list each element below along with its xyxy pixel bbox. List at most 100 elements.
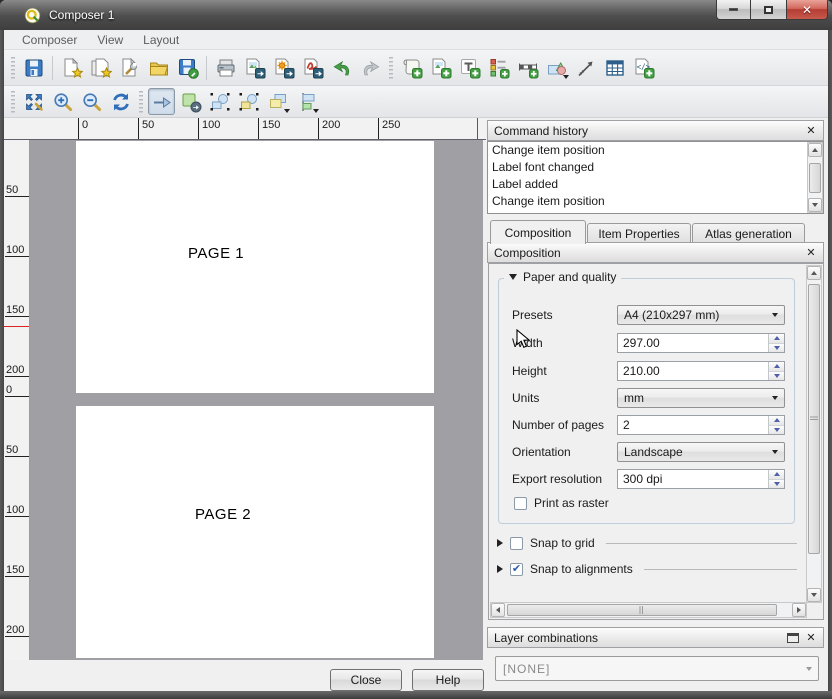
units-select[interactable]: mm [617, 388, 785, 408]
maximize-button[interactable] [751, 0, 786, 20]
spin-down-button[interactable] [769, 372, 784, 381]
spin-down-button[interactable] [769, 480, 784, 489]
expand-triangle-icon[interactable] [497, 539, 503, 547]
composition-hscrollbar[interactable] [490, 602, 807, 618]
add-shape-button[interactable] [543, 54, 570, 81]
toolbar-grip[interactable] [11, 57, 15, 79]
export-svg-button[interactable] [270, 54, 297, 81]
refresh-button[interactable] [107, 88, 134, 115]
history-item[interactable]: Label added [488, 176, 823, 193]
snap-to-alignments-group[interactable]: ✔Snap to alignments [497, 562, 797, 576]
print-as-raster-checkbox[interactable] [514, 497, 527, 510]
add-label-button[interactable] [456, 54, 483, 81]
scrollbar-thumb[interactable] [809, 163, 821, 193]
titlebar[interactable]: Composer 1 ✕ [0, 0, 832, 30]
align-items-button[interactable] [293, 88, 320, 115]
toolbar-grip[interactable] [389, 57, 393, 79]
spin-up-button[interactable] [769, 416, 784, 426]
composer-manager-button[interactable] [116, 54, 143, 81]
chevron-down-icon[interactable] [563, 75, 569, 79]
history-scrollbar[interactable] [807, 142, 823, 213]
close-dock-icon[interactable]: ✕ [805, 632, 817, 644]
add-image-button[interactable] [427, 54, 454, 81]
print-button[interactable] [212, 54, 239, 81]
spin-up-button[interactable] [769, 334, 784, 344]
print-as-raster-row[interactable]: Print as raster [514, 496, 609, 510]
add-table-button[interactable] [601, 54, 628, 81]
collapse-triangle-icon[interactable] [509, 274, 517, 280]
new-composer-button[interactable] [58, 54, 85, 81]
composition-canvas[interactable]: PAGE 1 PAGE 2 [30, 140, 483, 660]
close-button[interactable]: Close [330, 669, 402, 691]
height-spinbox[interactable]: 210.00 [617, 361, 785, 381]
close-dock-icon[interactable]: ✕ [805, 125, 817, 137]
toolbar-grip[interactable] [139, 91, 143, 113]
tab-composition[interactable]: Composition [490, 220, 586, 244]
minimize-button[interactable] [716, 0, 751, 20]
page-1-label[interactable]: PAGE 1 [188, 245, 244, 262]
add-html-button[interactable] [630, 54, 657, 81]
chevron-down-icon[interactable] [284, 109, 290, 113]
duplicate-composer-button[interactable] [87, 54, 114, 81]
history-item[interactable]: Label font changed [488, 159, 823, 176]
command-history-list[interactable]: Change item positionLabel font changedLa… [487, 141, 824, 214]
add-arrow-button[interactable] [572, 54, 599, 81]
layer-combinations-select[interactable]: [NONE] [495, 656, 819, 681]
export-resolution-spinbox[interactable]: 300 dpi [617, 469, 785, 489]
width-spinbox[interactable]: 297.00 [617, 333, 785, 353]
raise-items-button[interactable] [264, 88, 291, 115]
export-pdf-button[interactable] [299, 54, 326, 81]
save-as-template-button[interactable] [174, 54, 201, 81]
spin-up-button[interactable] [769, 470, 784, 480]
scroll-down-button[interactable] [808, 198, 822, 212]
help-button[interactable]: Help [412, 669, 484, 691]
move-item-content-button[interactable] [177, 88, 204, 115]
tab-item-properties[interactable]: Item Properties [587, 223, 691, 244]
scroll-down-button[interactable] [807, 588, 821, 602]
scroll-up-button[interactable] [807, 266, 821, 280]
zoom-out-button[interactable] [78, 88, 105, 115]
snap-to-grid-checkbox[interactable] [510, 537, 523, 550]
group-items-button[interactable] [206, 88, 233, 115]
scroll-right-button[interactable] [792, 603, 806, 617]
paper-and-quality-title[interactable]: Paper and quality [504, 270, 621, 284]
select-move-button[interactable] [148, 88, 175, 115]
chevron-down-icon[interactable] [313, 109, 319, 113]
spin-down-button[interactable] [769, 344, 784, 353]
ungroup-items-button[interactable] [235, 88, 262, 115]
toolbar-grip[interactable] [11, 91, 15, 113]
scrollbar-thumb[interactable] [808, 284, 820, 554]
scroll-left-button[interactable] [491, 603, 505, 617]
close-dock-icon[interactable]: ✕ [805, 247, 817, 259]
menu-composer[interactable]: Composer [12, 33, 87, 47]
page-1[interactable] [76, 141, 434, 393]
tab-atlas-generation[interactable]: Atlas generation [692, 223, 805, 244]
zoom-full-button[interactable] [20, 88, 47, 115]
menu-layout[interactable]: Layout [133, 33, 189, 47]
save-project-button[interactable] [20, 54, 47, 81]
close-window-button[interactable]: ✕ [786, 0, 828, 20]
composition-vscrollbar[interactable] [806, 265, 822, 603]
orientation-select[interactable]: Landscape [617, 442, 785, 462]
undo-button[interactable] [328, 54, 355, 81]
scrollbar-thumb[interactable] [507, 604, 777, 616]
spin-up-button[interactable] [769, 362, 784, 372]
snap-to-alignments-checkbox[interactable]: ✔ [510, 563, 523, 576]
spin-down-button[interactable] [769, 426, 784, 435]
history-item[interactable]: Change item position [488, 142, 823, 159]
add-legend-button[interactable] [485, 54, 512, 81]
float-dock-icon[interactable] [787, 633, 799, 643]
history-item[interactable]: Change item position [488, 193, 823, 210]
export-image-button[interactable] [241, 54, 268, 81]
redo-button[interactable] [357, 54, 384, 81]
zoom-in-button[interactable] [49, 88, 76, 115]
page-2-label[interactable]: PAGE 2 [195, 506, 251, 523]
presets-select[interactable]: A4 (210x297 mm) [617, 305, 785, 325]
number-of-pages-spinbox[interactable]: 2 [617, 415, 785, 435]
page-2[interactable] [76, 406, 434, 658]
snap-to-grid-group[interactable]: Snap to grid [497, 536, 797, 550]
add-scalebar-button[interactable] [514, 54, 541, 81]
add-map-button[interactable] [398, 54, 425, 81]
expand-triangle-icon[interactable] [497, 565, 503, 573]
menu-view[interactable]: View [87, 33, 133, 47]
